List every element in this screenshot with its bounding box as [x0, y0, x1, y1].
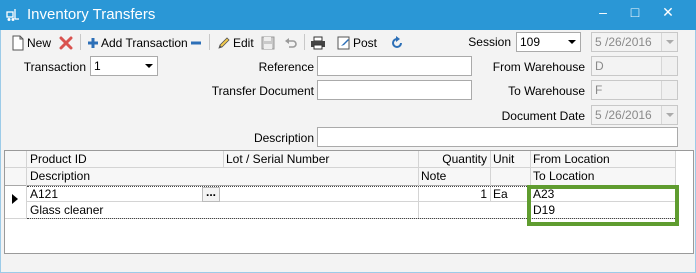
- reference-label: Reference: [258, 60, 314, 74]
- to-warehouse-value: F: [595, 83, 603, 97]
- col-header-quantity[interactable]: Quantity: [418, 151, 490, 168]
- cell-quantity[interactable]: 1: [418, 186, 490, 203]
- window-title: Inventory Transfers: [27, 6, 156, 23]
- edit-label: Edit: [233, 35, 254, 50]
- session-label: Session: [468, 35, 511, 49]
- undo-icon: [285, 37, 297, 48]
- new-document-icon: [12, 35, 24, 51]
- row-selector[interactable]: [5, 193, 27, 210]
- from-warehouse-value: D: [595, 59, 604, 73]
- new-label: New: [27, 35, 52, 50]
- grid-line: [223, 151, 224, 168]
- cell-description[interactable]: Glass cleaner: [27, 202, 418, 219]
- add-transaction-label: Add Transaction: [101, 35, 188, 50]
- reference-input[interactable]: [317, 56, 472, 76]
- to-warehouse-label: To Warehouse: [508, 84, 585, 98]
- title-bar: Inventory Transfers – □ ✕: [0, 0, 696, 30]
- grid-line: [418, 151, 419, 219]
- toolbar-separator: [209, 34, 210, 50]
- plus-icon: [88, 37, 98, 48]
- product-lookup-button[interactable]: ...: [202, 186, 220, 202]
- col-header-lot-serial[interactable]: Lot / Serial Number: [223, 151, 418, 168]
- print-button[interactable]: [310, 32, 326, 52]
- chevron-down-icon: [661, 33, 677, 51]
- session-date-value: 5 /26/2016: [595, 35, 652, 49]
- minus-icon: [191, 41, 201, 45]
- delete-button[interactable]: [59, 32, 73, 52]
- cell-unit[interactable]: Ea: [490, 186, 530, 203]
- new-button[interactable]: New: [11, 32, 51, 52]
- description-input[interactable]: [317, 127, 678, 147]
- row-header-corner: [5, 151, 27, 185]
- col-header-product-id[interactable]: Product ID: [27, 151, 223, 168]
- close-button[interactable]: ✕: [653, 2, 683, 24]
- minimize-button[interactable]: –: [588, 2, 618, 24]
- from-warehouse-label: From Warehouse: [492, 60, 585, 74]
- transaction-select[interactable]: 1: [90, 56, 158, 76]
- location-highlight-box: [527, 185, 679, 226]
- grid-line: [5, 167, 675, 168]
- chevron-down-icon[interactable]: [564, 33, 580, 51]
- chevron-down-icon: [661, 106, 677, 124]
- transaction-label: Transaction: [23, 60, 86, 74]
- post-button[interactable]: Post: [337, 32, 377, 52]
- forklift-icon: [6, 9, 19, 21]
- toolbar: New Add Transaction Edit Post Session 10…: [1, 30, 695, 54]
- document-date-field: 5 /26/2016: [591, 105, 678, 125]
- col-header-from-location[interactable]: From Location: [530, 151, 675, 168]
- current-row-arrow-icon: [12, 194, 18, 204]
- col-header-to-location[interactable]: To Location: [530, 168, 675, 185]
- refresh-icon: [392, 35, 402, 48]
- session-select[interactable]: 109: [516, 32, 581, 52]
- chevron-down-icon[interactable]: [141, 57, 157, 75]
- col-header-description[interactable]: Description: [27, 168, 418, 185]
- col-header-unit[interactable]: Unit: [490, 151, 530, 168]
- add-transaction-button[interactable]: Add Transaction: [87, 32, 188, 52]
- warehouse-lookup-icon: [661, 57, 677, 75]
- col-header-note[interactable]: Note: [418, 168, 530, 185]
- post-label: Post: [353, 35, 378, 50]
- refresh-button[interactable]: [390, 32, 404, 52]
- from-warehouse-field: D: [591, 56, 678, 76]
- session-date-field: 5 /26/2016: [591, 32, 678, 52]
- pencil-icon: [218, 37, 230, 49]
- window-body: New Add Transaction Edit Post Session 10…: [0, 30, 696, 273]
- warehouse-lookup-icon: [661, 81, 677, 99]
- remove-transaction-button[interactable]: [190, 32, 202, 52]
- toolbar-separator: [304, 34, 305, 50]
- document-date-value: 5 /26/2016: [595, 108, 652, 122]
- to-warehouse-field: F: [591, 80, 678, 100]
- description-label: Description: [253, 131, 314, 145]
- document-date-label: Document Date: [501, 109, 585, 123]
- session-value: 109: [520, 35, 541, 49]
- undo-button[interactable]: [284, 32, 298, 52]
- cell-product-id[interactable]: A121: [27, 186, 203, 203]
- toolbar-separator: [80, 34, 81, 50]
- printer-icon: [311, 36, 325, 50]
- maximize-button[interactable]: □: [620, 2, 650, 24]
- transfer-document-label: Transfer Document: [211, 84, 314, 98]
- transfer-document-input[interactable]: [317, 80, 472, 100]
- save-disk-icon: [261, 36, 275, 50]
- post-document-icon: [337, 36, 350, 50]
- transaction-value: 1: [94, 59, 101, 73]
- delete-x-icon: [59, 36, 73, 50]
- save-button[interactable]: [261, 32, 275, 52]
- edit-button[interactable]: Edit: [217, 32, 254, 52]
